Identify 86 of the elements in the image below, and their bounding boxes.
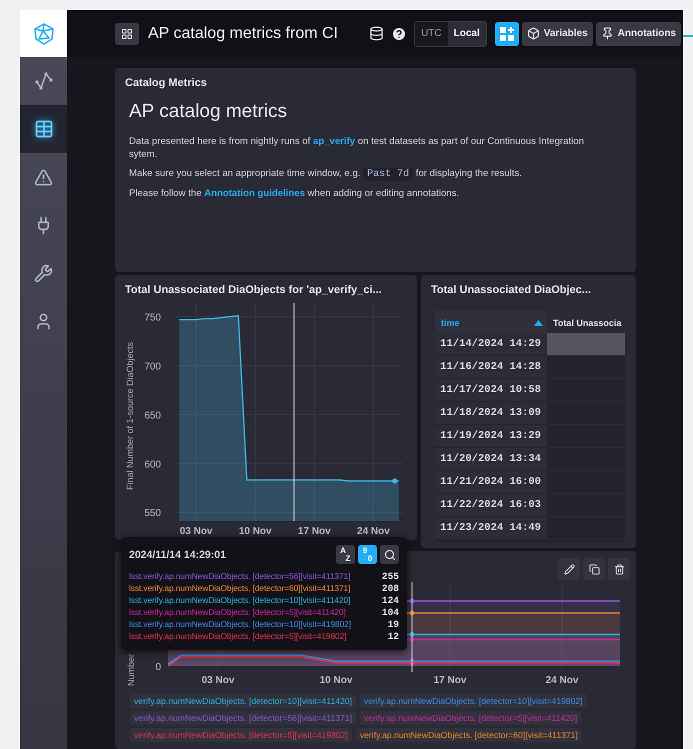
axis-tick-label: 17 Nov: [298, 526, 331, 537]
panel-title: Catalog Metrics: [124, 76, 208, 89]
timezone-toggle[interactable]: UTC: [415, 22, 448, 46]
table-icon: [34, 119, 54, 139]
series-name: lsst.verify.ap.numNewDiaObjects. [detector=10][visit=419802]: [129, 619, 351, 629]
delete-button[interactable]: [608, 558, 630, 580]
series-value: 19: [388, 618, 399, 630]
text-link[interactable]: Annotation guidelines: [204, 188, 305, 199]
dashboards-button[interactable]: [115, 22, 139, 44]
table-cell: 11/17/2024 10:58: [435, 379, 547, 402]
series-name: lsst.verify.ap.numNewDiaObjects. [detector=60][visit=411371]: [129, 583, 350, 593]
axis-tick-label: 24 Nov: [357, 526, 390, 537]
axis-tick-label: 700: [144, 362, 161, 373]
timezone-toggle[interactable]: Local: [448, 22, 486, 46]
clone-button[interactable]: [583, 558, 605, 580]
series-name: lsst.verify.ap.numNewDiaObjects. [detector=5][visit=419802]: [129, 631, 346, 641]
help-icon[interactable]: [391, 26, 408, 42]
user-icon: [34, 312, 53, 330]
table-cell: 11/20/2024 13:34: [435, 448, 547, 471]
dashboard-title: AP catalog metrics from CI: [148, 24, 338, 42]
data-point: [410, 598, 414, 604]
column-header[interactable]: time: [435, 310, 547, 335]
series-value: 255: [382, 570, 399, 582]
search-button[interactable]: [380, 545, 399, 564]
axis-tick-label: 10 Nov: [320, 675, 352, 686]
panel-title: Total Unassociated DiaObjec...: [430, 283, 592, 296]
table-cell: 11/19/2024 13:29: [435, 425, 547, 448]
series-value: 124: [382, 594, 399, 606]
markdown-heading: AP catalog metrics: [129, 101, 288, 123]
sidebar-item[interactable]: [20, 105, 67, 153]
series-value: 104: [382, 606, 399, 618]
axis-tick-label: 10 Nov: [238, 526, 272, 537]
axis-tick-label: 0: [155, 662, 161, 673]
legend-item[interactable]: verify.ap.numNewDiaObjects. [detector=60][visit=411371]: [356, 728, 582, 742]
add-cell-button[interactable]: [494, 22, 519, 46]
sort-ascending-icon: [534, 320, 543, 326]
series-value: 12: [388, 630, 399, 642]
sort-button[interactable]: A Z: [336, 545, 355, 564]
tooltip-time: 2024/11/14 14:29:01: [129, 548, 226, 560]
line-graph-icon: [34, 71, 54, 91]
axis-title: Number: [126, 654, 136, 686]
legend-item[interactable]: verify.ap.numNewDiaObjects. [detector=10][visit=419802]: [360, 694, 587, 708]
data-point: [410, 610, 414, 616]
data-point: [392, 478, 398, 484]
trash-icon: [614, 564, 624, 574]
series-name: lsst.verify.ap.numNewDiaObjects. [detector=10][visit=411420]: [129, 595, 350, 605]
pencil-icon: [564, 564, 574, 574]
axis-title: Final Number of 1-source DiaObjects: [125, 342, 135, 490]
panel-title: Total Unassociated DiaObjects for 'ap_verify_ci...: [124, 283, 383, 296]
axis-tick-label: 03 Nov: [180, 526, 212, 537]
annotations-button[interactable]: Annotations: [596, 22, 681, 46]
pin-icon: [600, 27, 614, 40]
table-cell: 11/23/2024 14:49: [435, 517, 547, 540]
legend-item[interactable]: verify.ap.numNewDiaObjects. [detector=10][visit=411420]: [130, 694, 356, 708]
alert-icon: [34, 168, 53, 186]
axis-tick-label: 17 Nov: [434, 675, 466, 686]
edit-button[interactable]: [558, 558, 580, 580]
inline-code: Past 7d: [363, 168, 414, 181]
cube-icon: [526, 27, 540, 40]
table-cell: 11/21/2024 16:00: [435, 471, 547, 494]
axis-tick-label: 750: [144, 312, 161, 324]
copy-icon: [588, 564, 600, 574]
add-cell-icon: [498, 26, 515, 42]
search-icon: [384, 548, 396, 560]
variables-button[interactable]: Variables: [522, 22, 593, 46]
axis-tick-label: 550: [144, 508, 161, 520]
axis-tick-label: 03 Nov: [202, 675, 234, 686]
axis-tick-label: 600: [144, 459, 161, 470]
text-link[interactable]: ap_verify: [312, 136, 356, 147]
axis-tick-label: 650: [144, 410, 161, 422]
legend-item[interactable]: verify.ap.numNewDiaObjects. [detector=5][visit=419802]: [130, 728, 352, 742]
grid-icon: [121, 28, 133, 40]
axis-tick-label: 24 Nov: [546, 675, 578, 686]
table-cell: 11/22/2024 16:03: [435, 494, 547, 517]
series-name: lsst.verify.ap.numNewDiaObjects. [detector=56][visit=411371]: [129, 571, 350, 581]
table-cell: 11/14/2024 14:29: [435, 333, 547, 356]
paragraph: Make sure you select an appropriate time window, e.g. Past 7d for displaying the results.: [129, 167, 523, 181]
column-header[interactable]: Total Unassocia: [547, 310, 625, 335]
paragraph: Data presented here is from nightly runs of ap_verify on test datasets as part of our Continuous Integration sytem.: [129, 135, 585, 161]
series-name: lsst.verify.ap.numNewDiaObjects. [detector=5][visit=411420]: [129, 607, 346, 617]
series-value: 208: [382, 582, 399, 594]
table-cell: 11/16/2024 14:28: [435, 356, 547, 379]
wrench-icon: [34, 264, 53, 282]
database-icon[interactable]: [369, 26, 384, 41]
paragraph: Please follow the Annotation guidelines when adding or editing annotations.: [129, 187, 460, 200]
table-cell: 11/18/2024 13:09: [435, 402, 547, 425]
